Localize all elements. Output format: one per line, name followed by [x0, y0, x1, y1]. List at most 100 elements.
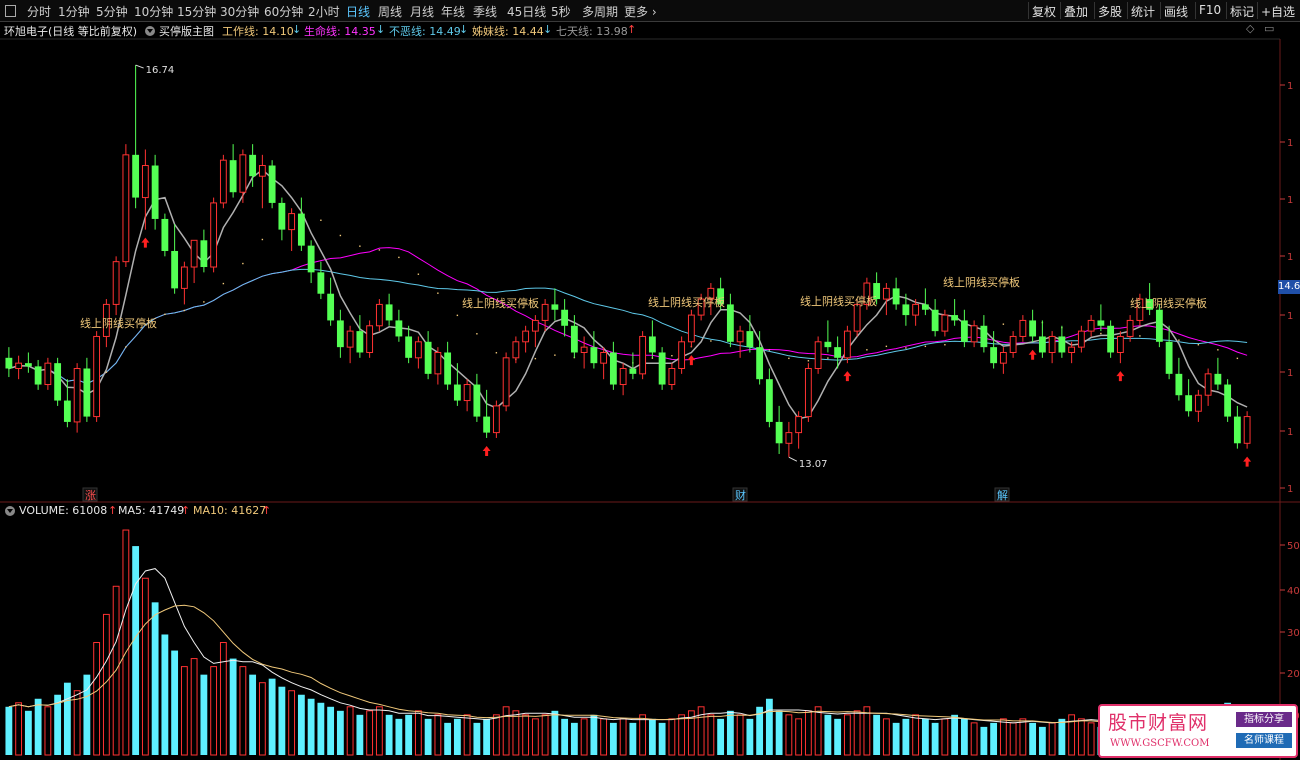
volume-bar-30	[297, 694, 305, 755]
candle-body-70	[687, 314, 695, 343]
candle-body-41	[405, 336, 413, 358]
candle-body-68	[668, 368, 676, 386]
candle-body-75	[736, 330, 744, 343]
candle-body-112	[1097, 320, 1105, 326]
volume-bar-105	[1029, 722, 1037, 755]
volume-bar-25	[249, 674, 257, 755]
candle-body-6	[63, 400, 71, 422]
volume-bar-56	[551, 710, 559, 755]
volume-bar-95	[931, 722, 939, 755]
volume-bar-41	[405, 714, 413, 755]
buy-arrow-0	[141, 237, 150, 248]
volume-bar-61	[600, 718, 608, 756]
candle-body-8	[83, 368, 91, 417]
sister-dot-72	[710, 340, 712, 342]
candle-body-18	[180, 266, 188, 289]
candle-body-59	[580, 346, 588, 353]
volume-bar-2	[24, 710, 32, 755]
candle-body-93	[912, 303, 920, 316]
sister-dot-80	[788, 357, 790, 360]
candle-body-84	[824, 341, 832, 348]
volume-bar-31	[307, 698, 315, 755]
candle-body-96	[941, 314, 949, 332]
price-tick-label-2: 1	[1287, 195, 1293, 206]
volume-bar-42	[414, 710, 422, 756]
candle-body-27	[268, 165, 276, 203]
volume-bar-51	[502, 706, 510, 756]
candle-body-31	[307, 245, 315, 273]
volume-bar-55	[541, 714, 549, 756]
candle-body-4	[44, 362, 52, 386]
candle-body-43	[424, 341, 432, 374]
volume-bar-93	[912, 714, 920, 756]
candle-body-37	[366, 325, 374, 353]
candle-body-44	[434, 351, 442, 375]
candle-body-103	[1009, 335, 1017, 353]
volume-bar-85	[834, 718, 842, 755]
candle-body-54	[531, 319, 539, 332]
candle-body-77	[756, 347, 764, 380]
candle-body-120	[1175, 373, 1183, 396]
volume-bar-4	[44, 706, 52, 756]
sister-dot-122	[1197, 344, 1200, 346]
candle-body-46	[453, 384, 461, 401]
candle-body-34	[336, 320, 344, 348]
candle-body-35	[346, 330, 354, 348]
sister-dot-68	[671, 354, 673, 357]
volume-bar-86	[843, 714, 851, 756]
candle-body-114	[1116, 335, 1124, 353]
volume-bar-80	[785, 714, 793, 756]
candle-body-108	[1058, 336, 1066, 353]
volume-bar-101	[990, 722, 998, 755]
candle-body-107	[1048, 335, 1056, 353]
candle-body-12	[122, 154, 130, 263]
sister-dot-102	[1002, 323, 1005, 325]
candle-body-81	[795, 416, 803, 434]
candle-body-115	[1126, 319, 1134, 337]
volume-bar-99	[970, 722, 978, 756]
candle-body-60	[590, 347, 598, 364]
candle-body-52	[512, 341, 520, 359]
volume-bar-13	[132, 546, 140, 755]
volume-bar-103	[1009, 722, 1017, 756]
buy-arrow-5	[1116, 371, 1125, 382]
candle-body-9	[93, 335, 101, 418]
volume-bar-17	[171, 650, 179, 755]
sister-dot-78	[768, 349, 771, 351]
sister-dot-124	[1217, 349, 1219, 351]
low-price-label: 13.07	[799, 459, 828, 470]
volume-bar-48	[473, 722, 481, 755]
candle-body-87	[853, 303, 861, 332]
sister-dot-56	[554, 354, 556, 356]
volume-bar-14	[141, 577, 149, 756]
sister-dot-120	[1178, 339, 1180, 341]
volume-tick-label-0: 50	[1287, 541, 1300, 552]
candle-body-11	[112, 261, 120, 305]
volume-bar-24	[239, 666, 247, 756]
volume-bar-6	[63, 682, 71, 755]
candle-body-61	[600, 351, 608, 364]
candle-body-100	[980, 325, 988, 348]
volume-bar-57	[561, 718, 569, 755]
sister-dot-96	[944, 344, 946, 346]
candle-body-28	[278, 202, 286, 230]
candle-body-49	[483, 416, 491, 433]
event-marker-0: 涨	[85, 489, 96, 502]
volume-bar-21	[210, 666, 218, 756]
candle-body-42	[414, 341, 422, 359]
volume-bar-34	[336, 710, 344, 755]
volume-bar-1	[15, 702, 23, 756]
volume-bar-9	[93, 642, 101, 756]
volume-bar-72	[707, 714, 715, 756]
buy-arrow-4	[1028, 349, 1037, 360]
candle-body-2	[24, 363, 32, 367]
buy-arrow-1	[482, 445, 491, 456]
price-tick-label-3: 1	[1287, 252, 1293, 263]
candle-body-20	[200, 240, 208, 268]
candle-body-94	[921, 304, 929, 310]
candle-body-65	[639, 335, 647, 375]
sister-dot-50	[495, 352, 498, 354]
kline-chart[interactable]: 111111115040302010线上阴线买停板线上阴线买停板线上阴线买停板线…	[0, 0, 1300, 760]
logo-url: WWW.GSCFW.COM	[1110, 738, 1210, 749]
sister-dot-126	[1236, 357, 1239, 360]
